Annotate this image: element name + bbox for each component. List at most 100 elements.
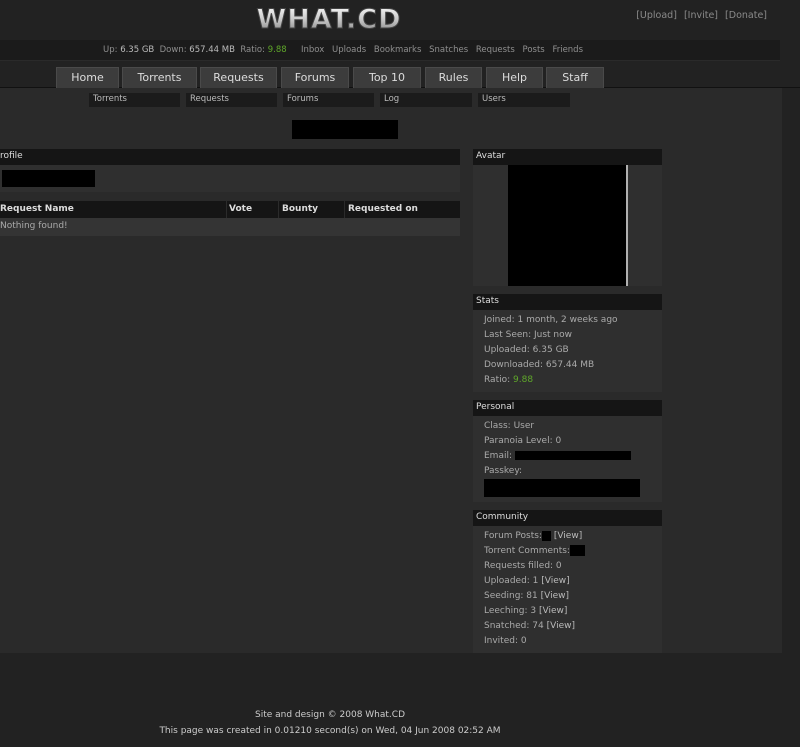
personal-passkey: Passkey: bbox=[484, 466, 523, 476]
personal-box: Personal Class: User Paranoia Level: 0 E… bbox=[473, 400, 662, 502]
site-logo[interactable]: WHAT.CD bbox=[246, 2, 412, 36]
stats-header: Stats bbox=[473, 294, 662, 310]
uploads-link[interactable]: Uploads bbox=[332, 45, 366, 55]
requests-table: Request Name Vote Bounty Requested on No… bbox=[0, 201, 460, 236]
stats-box: Stats Joined: 1 month, 2 weeks ago Last … bbox=[473, 294, 662, 392]
stat-ratio-label: Ratio: bbox=[484, 375, 511, 385]
user-links: Inbox Uploads Bookmarks Snatches Request… bbox=[301, 45, 588, 55]
tab-torrents[interactable]: Torrents bbox=[122, 67, 197, 89]
forum-posts-label: Forum Posts: bbox=[484, 531, 542, 541]
tab-requests[interactable]: Requests bbox=[200, 67, 277, 89]
personal-paranoia: Paranoia Level: 0 bbox=[484, 436, 562, 446]
avatar-image bbox=[508, 165, 628, 286]
community-header: Community bbox=[473, 510, 662, 526]
inbox-link[interactable]: Inbox bbox=[301, 45, 324, 55]
up-value: 6.35 GB bbox=[120, 45, 155, 55]
stat-uploaded: Uploaded: 6.35 GB bbox=[484, 345, 569, 355]
stat-joined: Joined: 1 month, 2 weeks ago bbox=[484, 315, 618, 325]
stats-body: Joined: 1 month, 2 weeks ago Last Seen: … bbox=[473, 310, 662, 392]
personal-body: Class: User Paranoia Level: 0 Email: Pas… bbox=[473, 416, 662, 502]
ratio-value: 9.88 bbox=[267, 45, 287, 55]
stat-ratio: Ratio: 9.88 bbox=[484, 373, 662, 388]
stat-downloaded: Downloaded: 657.44 MB bbox=[484, 360, 595, 370]
col-bounty[interactable]: Bounty bbox=[282, 204, 318, 214]
top-links: [Upload] [Invite] [Donate] bbox=[632, 10, 767, 21]
email-redacted bbox=[514, 451, 631, 460]
tab-staff[interactable]: Staff bbox=[546, 67, 604, 89]
col-divider bbox=[278, 201, 279, 218]
community-box: Community Forum Posts: [View] Torrent Co… bbox=[473, 510, 662, 653]
col-divider bbox=[344, 201, 345, 218]
community-leeching: Leeching: 3 [View] bbox=[484, 604, 662, 619]
footer: Site and design © 2008 What.CD This page… bbox=[0, 707, 660, 739]
torrent-comments-redacted bbox=[569, 545, 585, 556]
header: WHAT.CD [Upload] [Invite] [Donate] bbox=[0, 0, 800, 40]
col-requested-on[interactable]: Requested on bbox=[348, 204, 418, 214]
community-seeding: Seeding: 81 [View] bbox=[484, 589, 662, 604]
upload-link[interactable]: [Upload] bbox=[636, 10, 677, 21]
community-snatched: Snatched: 74 [View] bbox=[484, 619, 662, 634]
posts-link[interactable]: Posts bbox=[523, 45, 545, 55]
community-uploaded: Uploaded: 1 [View] bbox=[484, 574, 662, 589]
user-info-bar: Up: 6.35 GB Down: 657.44 MB Ratio: 9.88 … bbox=[0, 40, 780, 61]
leeching-view-link[interactable]: [View] bbox=[539, 606, 567, 616]
avatar-edge bbox=[626, 165, 628, 286]
personal-email: Email: bbox=[484, 449, 662, 464]
col-vote[interactable]: Vote bbox=[229, 204, 252, 214]
snatched-label: Snatched: 74 bbox=[484, 621, 544, 631]
avatar-body bbox=[473, 165, 662, 286]
col-divider bbox=[226, 201, 227, 218]
torrent-comments-label: Torrent Comments: bbox=[484, 546, 570, 556]
stat-last-seen: Last Seen: Just now bbox=[484, 330, 573, 340]
friends-link[interactable]: Friends bbox=[552, 45, 583, 55]
avatar-header: Avatar bbox=[473, 149, 662, 165]
search-torrents-input[interactable]: Torrents bbox=[89, 93, 180, 107]
forum-posts-view-link[interactable]: [View] bbox=[554, 531, 582, 541]
username-redacted bbox=[292, 120, 398, 139]
tab-help[interactable]: Help bbox=[486, 67, 543, 89]
seeding-label: Seeding: 81 bbox=[484, 591, 538, 601]
col-request-name[interactable]: Request Name bbox=[0, 204, 74, 214]
down-label: Down: bbox=[159, 45, 187, 55]
table-row: Nothing found! bbox=[0, 218, 460, 236]
leeching-label: Leeching: 3 bbox=[484, 606, 537, 616]
search-users-input[interactable]: Users bbox=[478, 93, 570, 107]
snatches-link[interactable]: Snatches bbox=[429, 45, 468, 55]
search-forums-input[interactable]: Forums bbox=[283, 93, 374, 107]
profile-text-redacted bbox=[2, 170, 95, 187]
search-log-input[interactable]: Log bbox=[380, 93, 472, 107]
tab-top10[interactable]: Top 10 bbox=[353, 67, 421, 89]
down-value: 657.44 MB bbox=[189, 45, 235, 55]
snatched-view-link[interactable]: [View] bbox=[547, 621, 575, 631]
profile-body bbox=[0, 165, 460, 192]
svg-text:WHAT.CD: WHAT.CD bbox=[257, 4, 402, 35]
user-stats: Up: 6.35 GB Down: 657.44 MB Ratio: 9.88 bbox=[103, 45, 287, 55]
footer-timing: This page was created in 0.01210 second(… bbox=[159, 726, 501, 736]
sidebar: Avatar Stats Joined: 1 month, 2 weeks ag… bbox=[473, 149, 662, 661]
email-label: Email: bbox=[484, 451, 513, 461]
personal-header: Personal bbox=[473, 400, 662, 416]
tab-home[interactable]: Home bbox=[56, 67, 119, 89]
uploaded-view-link[interactable]: [View] bbox=[541, 576, 569, 586]
stat-ratio-value: 9.88 bbox=[513, 375, 534, 385]
up-label: Up: bbox=[103, 45, 118, 55]
invite-link[interactable]: [Invite] bbox=[684, 10, 718, 21]
uploaded-label: Uploaded: 1 bbox=[484, 576, 539, 586]
main-content: Torrents Requests Forums Log Users rofil… bbox=[0, 88, 782, 653]
profile-header: rofile bbox=[0, 149, 460, 165]
tab-rules[interactable]: Rules bbox=[425, 67, 482, 89]
donate-link[interactable]: [Donate] bbox=[725, 10, 767, 21]
passkey-row bbox=[484, 479, 662, 498]
ratio-label: Ratio: bbox=[240, 45, 265, 55]
forum-posts-redacted bbox=[541, 530, 551, 541]
tab-forums[interactable]: Forums bbox=[281, 67, 349, 89]
bookmarks-link[interactable]: Bookmarks bbox=[374, 45, 422, 55]
avatar-box: Avatar bbox=[473, 149, 662, 286]
personal-class: Class: User bbox=[484, 421, 535, 431]
seeding-view-link[interactable]: [View] bbox=[541, 591, 569, 601]
logo-image: WHAT.CD bbox=[246, 2, 412, 36]
table-header: Request Name Vote Bounty Requested on bbox=[0, 201, 460, 218]
profile-box: rofile bbox=[0, 149, 460, 192]
search-requests-input[interactable]: Requests bbox=[186, 93, 277, 107]
requests-link[interactable]: Requests bbox=[476, 45, 515, 55]
